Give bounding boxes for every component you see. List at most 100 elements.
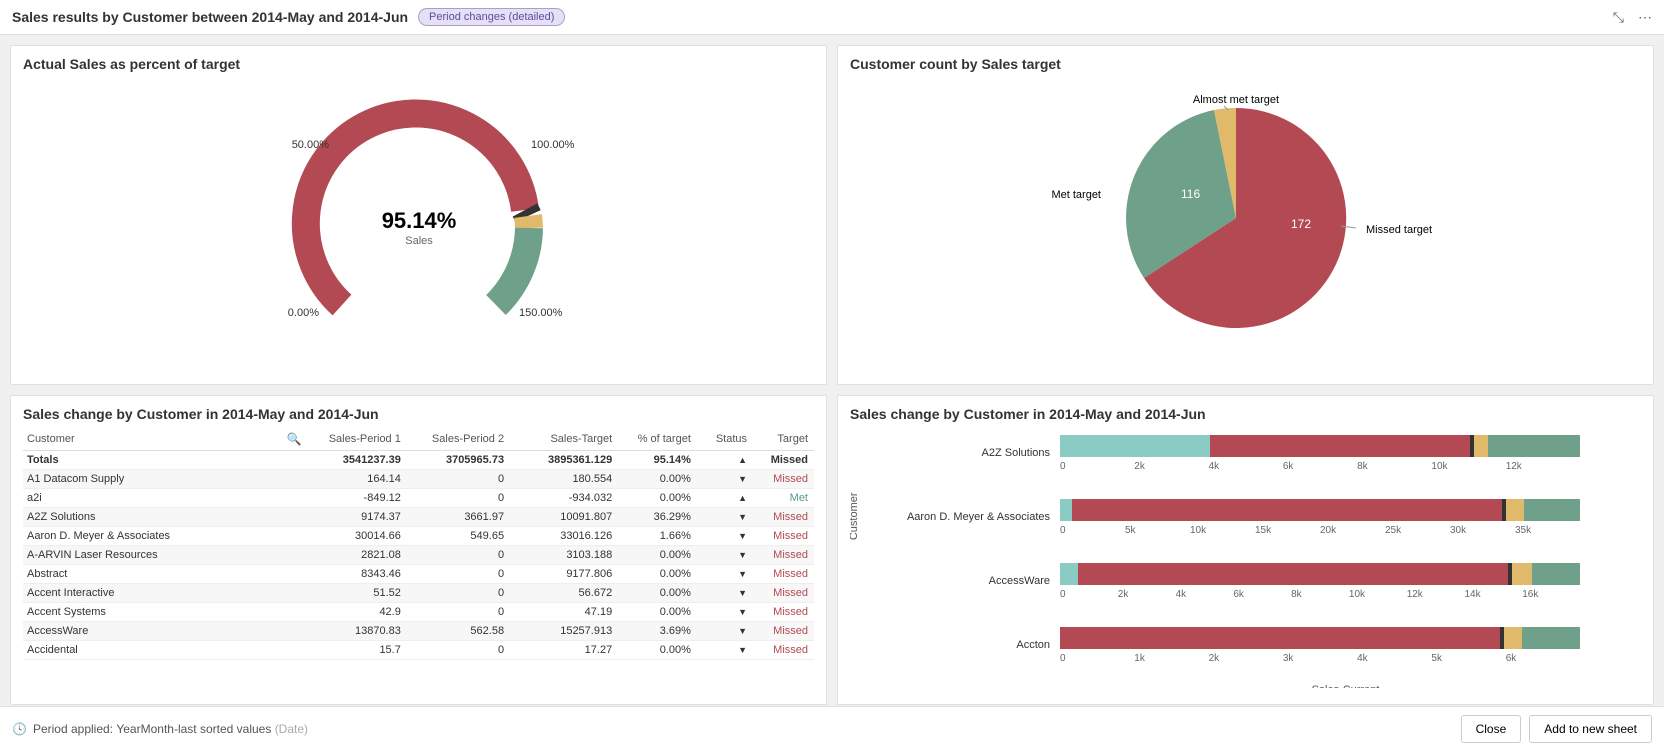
- table-row[interactable]: Accent Systems42.9047.190.00%Missed: [23, 603, 814, 622]
- bar-segment: [1060, 435, 1210, 457]
- bar-group[interactable]: A2Z Solutions02k4k6k8k10k12k: [1060, 428, 1631, 478]
- cell-target: 56.672: [514, 587, 622, 599]
- cell-customer: a2i: [23, 492, 308, 504]
- bar-group[interactable]: AccessWare02k4k6k8k10k12k14k16k: [1060, 556, 1631, 606]
- collapse-icon[interactable]: ⤡: [1613, 9, 1624, 26]
- cell-pct: 0.00%: [622, 568, 701, 580]
- bar-label: Aaron D. Meyer & Associates: [860, 511, 1050, 523]
- trend-up-icon: [738, 492, 747, 504]
- cell-period2: 3661.97: [411, 511, 514, 523]
- cell-period1: -849.12: [308, 492, 411, 504]
- cell-period2: 0: [411, 606, 514, 618]
- table-row[interactable]: Accent Interactive51.52056.6720.00%Misse…: [23, 584, 814, 603]
- close-button[interactable]: Close: [1461, 715, 1522, 743]
- bar-segment: [1512, 563, 1532, 585]
- trend-down-icon: [738, 511, 747, 523]
- cell-customer: Accent Interactive: [23, 587, 308, 599]
- cell-pct: 36.29%: [622, 511, 701, 523]
- col-status[interactable]: Status: [701, 433, 755, 445]
- period-changes-badge[interactable]: Period changes (detailed): [418, 8, 565, 26]
- bar-segment: [1522, 627, 1580, 649]
- cell-period2: 562.58: [411, 625, 514, 637]
- cell-target: 17.27: [514, 644, 622, 656]
- footer: 🕓 Period applied: YearMonth-last sorted …: [0, 706, 1664, 751]
- more-icon[interactable]: ⋯: [1638, 9, 1652, 26]
- search-icon[interactable]: 🔍: [287, 432, 308, 446]
- cell-target-status: Missed: [755, 511, 814, 523]
- col-target[interactable]: Target: [755, 433, 814, 445]
- bar-label: AccessWare: [860, 575, 1050, 587]
- cell-period2: 0: [411, 587, 514, 599]
- cell-customer: Accidental: [23, 644, 308, 656]
- panel-bars[interactable]: Sales change by Customer in 2014-May and…: [837, 395, 1654, 705]
- bar-group[interactable]: Aaron D. Meyer & Associates05k10k15k20k2…: [1060, 492, 1631, 542]
- bar-segment: [1488, 435, 1580, 457]
- svg-text:172: 172: [1291, 217, 1311, 231]
- trend-up-icon: [738, 454, 747, 466]
- col-period1[interactable]: Sales-Period 1: [308, 433, 411, 445]
- trend-down-icon: [738, 625, 747, 637]
- table-row[interactable]: Aaron D. Meyer & Associates30014.66549.6…: [23, 527, 814, 546]
- footer-suffix: (Date): [275, 722, 308, 736]
- bar-group[interactable]: Accton01k2k3k4k5k6k: [1060, 620, 1631, 670]
- cell-target: 3103.188: [514, 549, 622, 561]
- header-actions: ⤡ ⋯: [1613, 9, 1652, 26]
- col-period2[interactable]: Sales-Period 2: [411, 433, 514, 445]
- cell-target: 15257.913: [514, 625, 622, 637]
- panel-pie[interactable]: Customer count by Sales target 172 116 A…: [837, 45, 1654, 385]
- add-to-sheet-button[interactable]: Add to new sheet: [1529, 715, 1652, 743]
- bar-label: A2Z Solutions: [860, 447, 1050, 459]
- cell-pct: 0.00%: [622, 473, 701, 485]
- bars-xlabel: Sales-Current: [1060, 684, 1631, 688]
- trend-down-icon: [738, 568, 747, 580]
- pie-title: Customer count by Sales target: [850, 56, 1641, 72]
- cell-period2: 0: [411, 549, 514, 561]
- col-pct-target[interactable]: % of target: [622, 433, 701, 445]
- footer-actions: Close Add to new sheet: [1461, 715, 1652, 743]
- bar-segment: [1524, 499, 1580, 521]
- panel-table[interactable]: Sales change by Customer in 2014-May and…: [10, 395, 827, 705]
- bar-segment: [1504, 627, 1522, 649]
- table-row[interactable]: A2Z Solutions9174.373661.9710091.80736.2…: [23, 508, 814, 527]
- table-row[interactable]: A-ARVIN Laser Resources2821.0803103.1880…: [23, 546, 814, 565]
- table-totals-row[interactable]: Totals 3541237.39 3705965.73 3895361.129…: [23, 451, 814, 470]
- svg-text:Missed target: Missed target: [1366, 224, 1432, 236]
- cell-customer: Aaron D. Meyer & Associates: [23, 530, 308, 542]
- cell-period1: 15.7: [308, 644, 411, 656]
- cell-target: 180.554: [514, 473, 622, 485]
- cell-customer: A1 Datacom Supply: [23, 473, 308, 485]
- cell-period2: 0: [411, 473, 514, 485]
- bar-label: Accton: [860, 639, 1050, 651]
- bars-title: Sales change by Customer in 2014-May and…: [850, 406, 1641, 422]
- table-row[interactable]: AccessWare13870.83562.5815257.9133.69%Mi…: [23, 622, 814, 641]
- col-customer[interactable]: Customer: [27, 433, 75, 445]
- cell-period2: 0: [411, 644, 514, 656]
- cell-pct: 0.00%: [622, 587, 701, 599]
- svg-text:50.00%: 50.00%: [291, 139, 329, 151]
- panel-gauge[interactable]: Actual Sales as percent of target 95.14%…: [10, 45, 827, 385]
- dashboard-grid: Actual Sales as percent of target 95.14%…: [0, 35, 1664, 715]
- cell-pct: 0.00%: [622, 492, 701, 504]
- cell-period1: 9174.37: [308, 511, 411, 523]
- col-sales-target[interactable]: Sales-Target: [514, 433, 622, 445]
- table-row[interactable]: A1 Datacom Supply164.140180.5540.00%Miss…: [23, 470, 814, 489]
- cell-period2: 0: [411, 492, 514, 504]
- cell-period1: 164.14: [308, 473, 411, 485]
- cell-pct: 1.66%: [622, 530, 701, 542]
- cell-target-status: Missed: [755, 587, 814, 599]
- clock-icon: 🕓: [12, 722, 27, 736]
- cell-target-status: Missed: [755, 625, 814, 637]
- cell-target: -934.032: [514, 492, 622, 504]
- cell-target-status: Met: [755, 492, 814, 504]
- svg-text:Met target: Met target: [1051, 189, 1101, 201]
- bar-axis: 02k4k6k8k10k12k14k16k: [1060, 589, 1580, 600]
- svg-text:116: 116: [1181, 187, 1200, 201]
- table-row[interactable]: a2i-849.120-934.0320.00% Met: [23, 489, 814, 508]
- cell-target: 9177.806: [514, 568, 622, 580]
- cell-customer: Abstract: [23, 568, 308, 580]
- cell-target: 47.19: [514, 606, 622, 618]
- table-row[interactable]: Accidental15.7017.270.00%Missed: [23, 641, 814, 660]
- trend-down-icon: [738, 606, 747, 618]
- table-row[interactable]: Abstract8343.4609177.8060.00%Missed: [23, 565, 814, 584]
- footer-prefix: Period applied:: [33, 722, 113, 736]
